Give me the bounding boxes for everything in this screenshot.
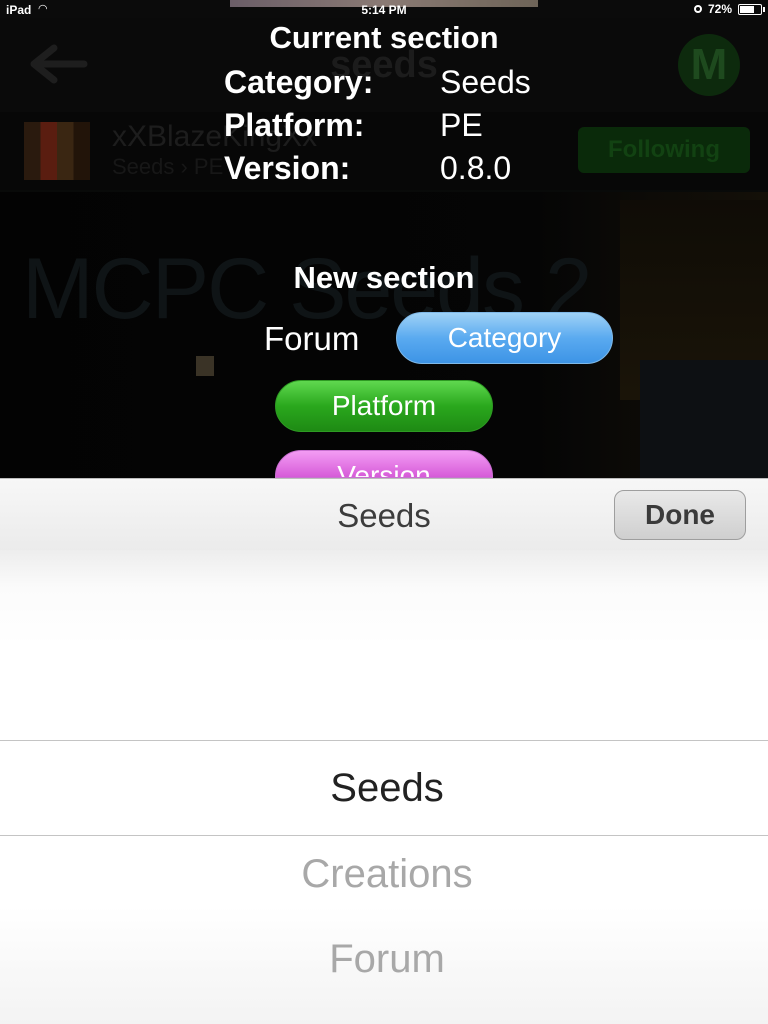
picker-wheel[interactable]: Seeds Creations Forum: [0, 550, 768, 1024]
current-section-heading: Current section: [269, 20, 499, 55]
banner-decoration: [196, 356, 214, 376]
platform-button[interactable]: Platform: [275, 380, 493, 432]
following-button: Following: [578, 127, 750, 173]
done-button[interactable]: Done: [614, 490, 746, 540]
status-bar: iPad ◠ 5:14 PM 72%: [0, 0, 768, 20]
version-key: Version:: [224, 150, 351, 186]
picker-option-seeds[interactable]: Seeds: [0, 766, 768, 811]
user-avatar: [24, 122, 90, 180]
picker-toolbar: Seeds Done: [0, 478, 768, 551]
breadcrumb: Seeds › PE: [112, 154, 224, 179]
new-section-heading: New section: [293, 260, 475, 295]
status-right: 72%: [693, 2, 765, 16]
version-button[interactable]: Version: [275, 450, 493, 478]
status-time: 5:14 PM: [361, 3, 407, 17]
platform-key: Platform:: [224, 107, 365, 143]
battery-percent: 72%: [707, 2, 732, 16]
banner-decoration: [640, 360, 768, 478]
battery-fill: [740, 5, 754, 13]
picker-option-creations[interactable]: Creations: [0, 852, 768, 897]
forum-label: Forum: [264, 320, 360, 357]
category-value: Seeds: [440, 64, 531, 100]
platform-value: PE: [440, 107, 483, 143]
picker-option-forum[interactable]: Forum: [0, 937, 768, 982]
category-button[interactable]: Category: [396, 312, 613, 364]
category-key: Category:: [224, 64, 374, 100]
battery-icon: [738, 3, 765, 15]
rotation-lock-icon: [693, 5, 702, 13]
version-value: 0.8.0: [440, 150, 512, 186]
